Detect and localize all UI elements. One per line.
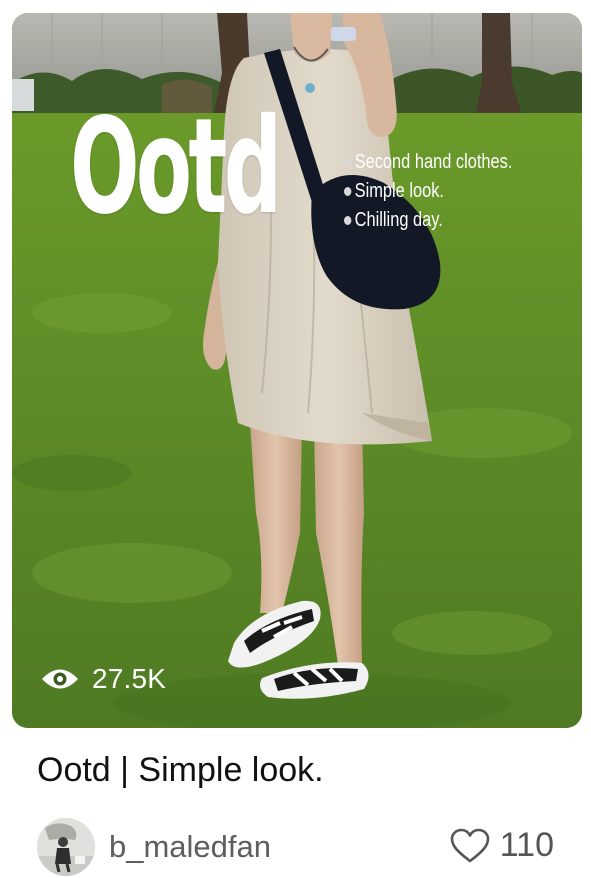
cover-bullet-item: Second hand clothes. [344,148,512,177]
bullet-dot-icon [344,158,352,167]
cover-bullet-text: Simple look. [354,180,444,202]
cover-overlay-title: Ootd [70,90,282,244]
cover-bullet-item: Simple look. [344,177,512,206]
author-username[interactable]: b_maledfan [109,829,271,865]
cover-bullet-text: Chilling day. [354,209,443,231]
avatar[interactable] [37,818,95,876]
post-card[interactable]: Ootd Second hand clothes. Simple look. C… [0,0,591,878]
like-button[interactable]: 110 [450,826,554,865]
view-count: 27.5K [92,663,167,694]
heart-outline-icon[interactable] [450,828,490,864]
bullet-dot-icon [344,187,352,196]
cover-image[interactable]: Ootd Second hand clothes. Simple look. C… [12,13,582,728]
eye-icon [42,669,78,689]
post-title[interactable]: Ootd | Simple look. [37,751,324,790]
cover-bullet-item: Chilling day. [344,206,512,235]
bullet-dot-icon [344,216,352,225]
cover-bullet-list: Second hand clothes. Simple look. Chilli… [344,148,549,235]
author-profile-link[interactable]: b_maledfan [37,818,271,876]
view-count-badge: 27.5K [40,663,166,695]
like-count: 110 [499,826,554,864]
cover-bullet-text: Second hand clothes. [354,151,513,173]
